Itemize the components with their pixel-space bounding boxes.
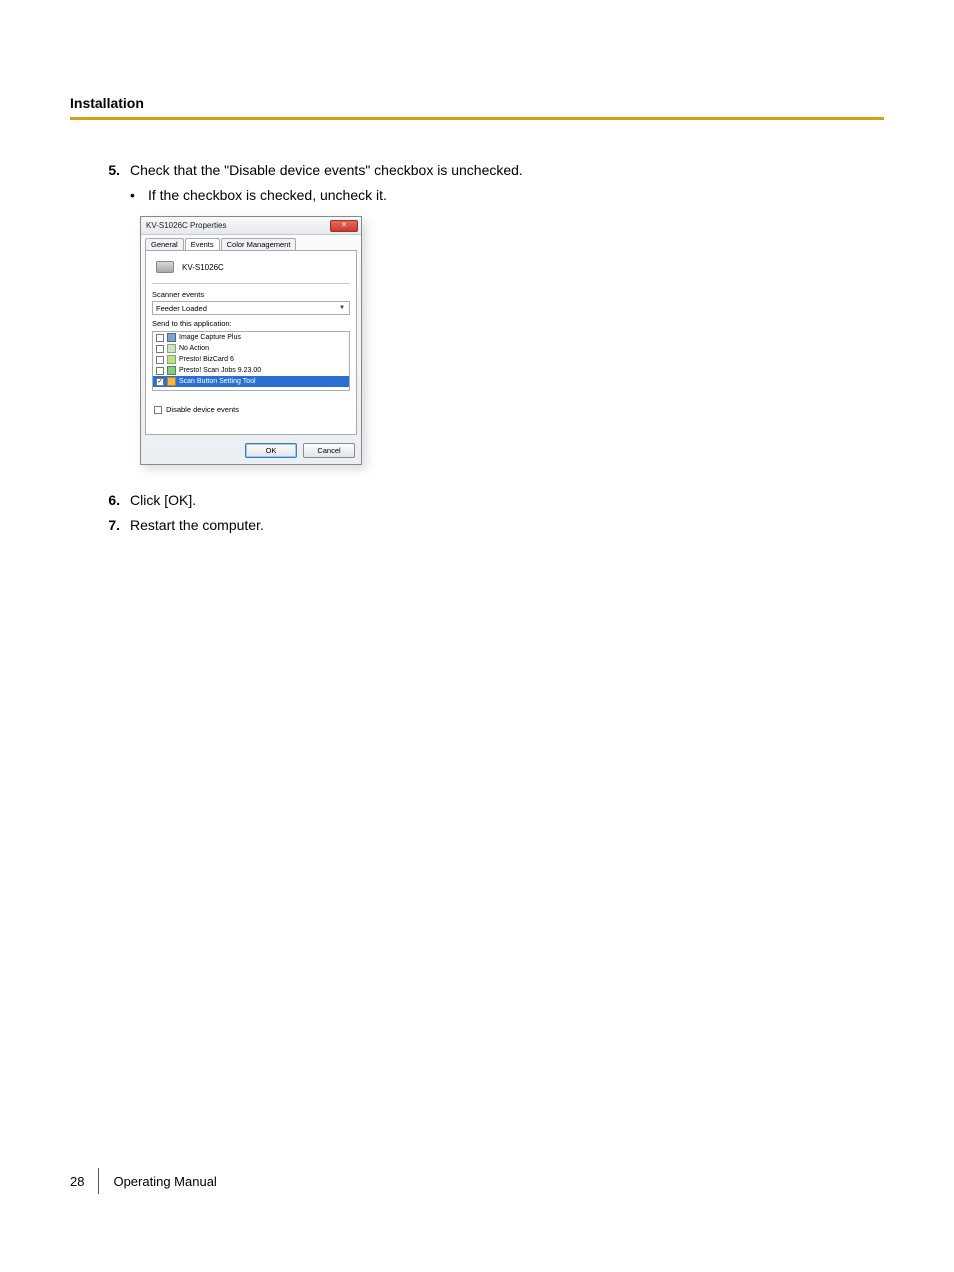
page-number: 28: [70, 1174, 98, 1189]
step-text: Click [OK].: [130, 490, 884, 511]
select-value: Feeder Loaded: [156, 304, 207, 313]
section-header: Installation: [70, 95, 884, 120]
step-5: 5. Check that the "Disable device events…: [92, 160, 884, 181]
checkbox-icon[interactable]: [156, 367, 164, 375]
application-listbox[interactable]: Image Capture Plus No Action Presto! Biz…: [152, 331, 350, 391]
device-name: KV-S1026C: [182, 263, 224, 272]
checkbox-icon[interactable]: [156, 334, 164, 342]
page-footer: 28 Operating Manual: [70, 1168, 217, 1194]
list-item-label: No Action: [179, 345, 209, 352]
scanner-events-label: Scanner events: [152, 290, 350, 299]
chevron-down-icon: ▼: [338, 305, 346, 311]
step-text: Check that the "Disable device events" c…: [130, 160, 884, 181]
list-item-label: Image Capture Plus: [179, 334, 241, 341]
footer-title: Operating Manual: [113, 1174, 216, 1189]
footer-divider: [98, 1168, 99, 1194]
divider: [152, 283, 350, 284]
scanner-icon: [156, 261, 174, 273]
list-item[interactable]: No Action: [153, 343, 349, 354]
bullet-icon: •: [130, 185, 148, 206]
step-number: 5.: [92, 160, 120, 181]
tab-color[interactable]: Color Management: [221, 238, 297, 250]
app-icon: [167, 333, 176, 342]
list-item[interactable]: ✓ Scan Button Setting Tool: [153, 376, 349, 387]
app-icon: [167, 355, 176, 364]
list-item-label: Presto! Scan Jobs 9.23.00: [179, 367, 261, 374]
step-6: 6. Click [OK].: [92, 490, 884, 511]
step-number: 6.: [92, 490, 120, 511]
dialog-title: KV-S1026C Properties: [144, 221, 227, 230]
list-item-label: Presto! BizCard 6: [179, 356, 234, 363]
dialog-tabs: General Events Color Management: [141, 235, 361, 250]
step-text: Restart the computer.: [130, 515, 884, 536]
app-icon: [167, 377, 176, 386]
ok-button[interactable]: OK: [245, 443, 297, 458]
send-to-label: Send to this application:: [152, 319, 350, 328]
app-icon: [167, 366, 176, 375]
checkbox-icon[interactable]: [156, 356, 164, 364]
list-item[interactable]: Image Capture Plus: [153, 332, 349, 343]
scanner-event-select[interactable]: Feeder Loaded ▼: [152, 301, 350, 315]
cancel-button[interactable]: Cancel: [303, 443, 355, 458]
bullet-text: If the checkbox is checked, uncheck it.: [148, 185, 387, 206]
list-item[interactable]: Presto! BizCard 6: [153, 354, 349, 365]
checkbox-icon[interactable]: ✓: [156, 378, 164, 386]
step-5-subbullet: • If the checkbox is checked, uncheck it…: [130, 185, 884, 206]
disable-events-checkbox[interactable]: [154, 406, 162, 414]
disable-events-label: Disable device events: [166, 405, 239, 414]
tab-general[interactable]: General: [145, 238, 184, 250]
step-7: 7. Restart the computer.: [92, 515, 884, 536]
dialog-titlebar[interactable]: KV-S1026C Properties ✕: [141, 217, 361, 235]
list-item[interactable]: Presto! Scan Jobs 9.23.00: [153, 365, 349, 376]
app-icon: [167, 344, 176, 353]
list-item-label: Scan Button Setting Tool: [179, 378, 256, 385]
step-number: 7.: [92, 515, 120, 536]
tab-panel-events: KV-S1026C Scanner events Feeder Loaded ▼…: [145, 250, 357, 435]
properties-dialog: KV-S1026C Properties ✕ General Events Co…: [140, 216, 362, 465]
close-icon[interactable]: ✕: [330, 220, 358, 232]
tab-events[interactable]: Events: [185, 238, 220, 250]
checkbox-icon[interactable]: [156, 345, 164, 353]
